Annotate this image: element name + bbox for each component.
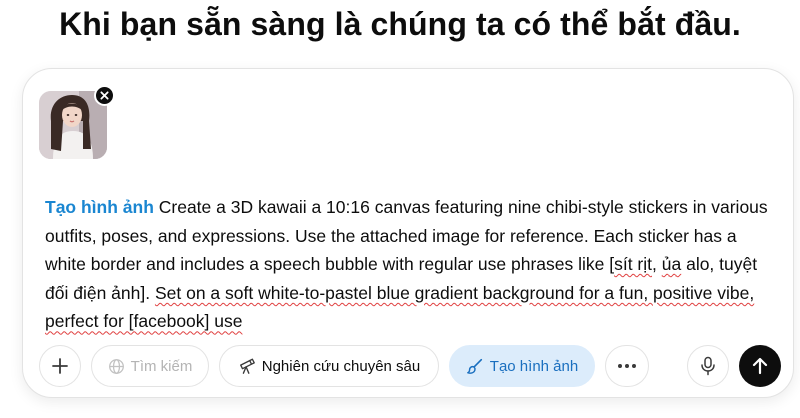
send-button[interactable] <box>739 345 781 387</box>
misspelled-word: sít rịt <box>614 254 653 275</box>
more-options-button[interactable] <box>605 345 649 387</box>
create-image-tag[interactable]: Tạo hình ảnh <box>45 197 154 217</box>
search-button[interactable]: Tìm kiếm <box>91 345 209 387</box>
add-attachment-button[interactable] <box>39 345 81 387</box>
remove-attachment-button[interactable] <box>94 85 115 106</box>
arrow-up-icon <box>752 357 768 375</box>
brush-icon <box>466 358 482 374</box>
search-button-label: Tìm kiếm <box>130 357 193 375</box>
telescope-icon <box>239 358 255 374</box>
prompt-composer: Tạo hình ảnh Create a 3D kawaii a 10:16 … <box>22 68 794 398</box>
prompt-text: , <box>652 254 662 275</box>
ellipsis-icon <box>618 364 636 368</box>
page-heading: Khi bạn sẵn sàng là chúng ta có thể bắt … <box>59 6 741 42</box>
voice-input-button[interactable] <box>687 345 729 387</box>
composer-toolbar: Tìm kiếm Nghiên cứu chuyên sâu Tạo hình … <box>39 345 781 387</box>
misspelled-word: ủa <box>661 254 682 275</box>
attachment-preview <box>39 85 115 159</box>
plus-icon <box>52 358 68 374</box>
microphone-icon <box>701 356 715 376</box>
globe-icon <box>108 358 124 374</box>
close-icon <box>100 91 109 100</box>
deep-research-label: Nghiên cứu chuyên sâu <box>261 357 421 375</box>
deep-research-button[interactable]: Nghiên cứu chuyên sâu <box>219 345 439 387</box>
create-image-button[interactable]: Tạo hình ảnh <box>449 345 595 387</box>
create-image-label: Tạo hình ảnh <box>489 357 579 375</box>
prompt-input[interactable]: Tạo hình ảnh Create a 3D kawaii a 10:16 … <box>45 193 775 336</box>
